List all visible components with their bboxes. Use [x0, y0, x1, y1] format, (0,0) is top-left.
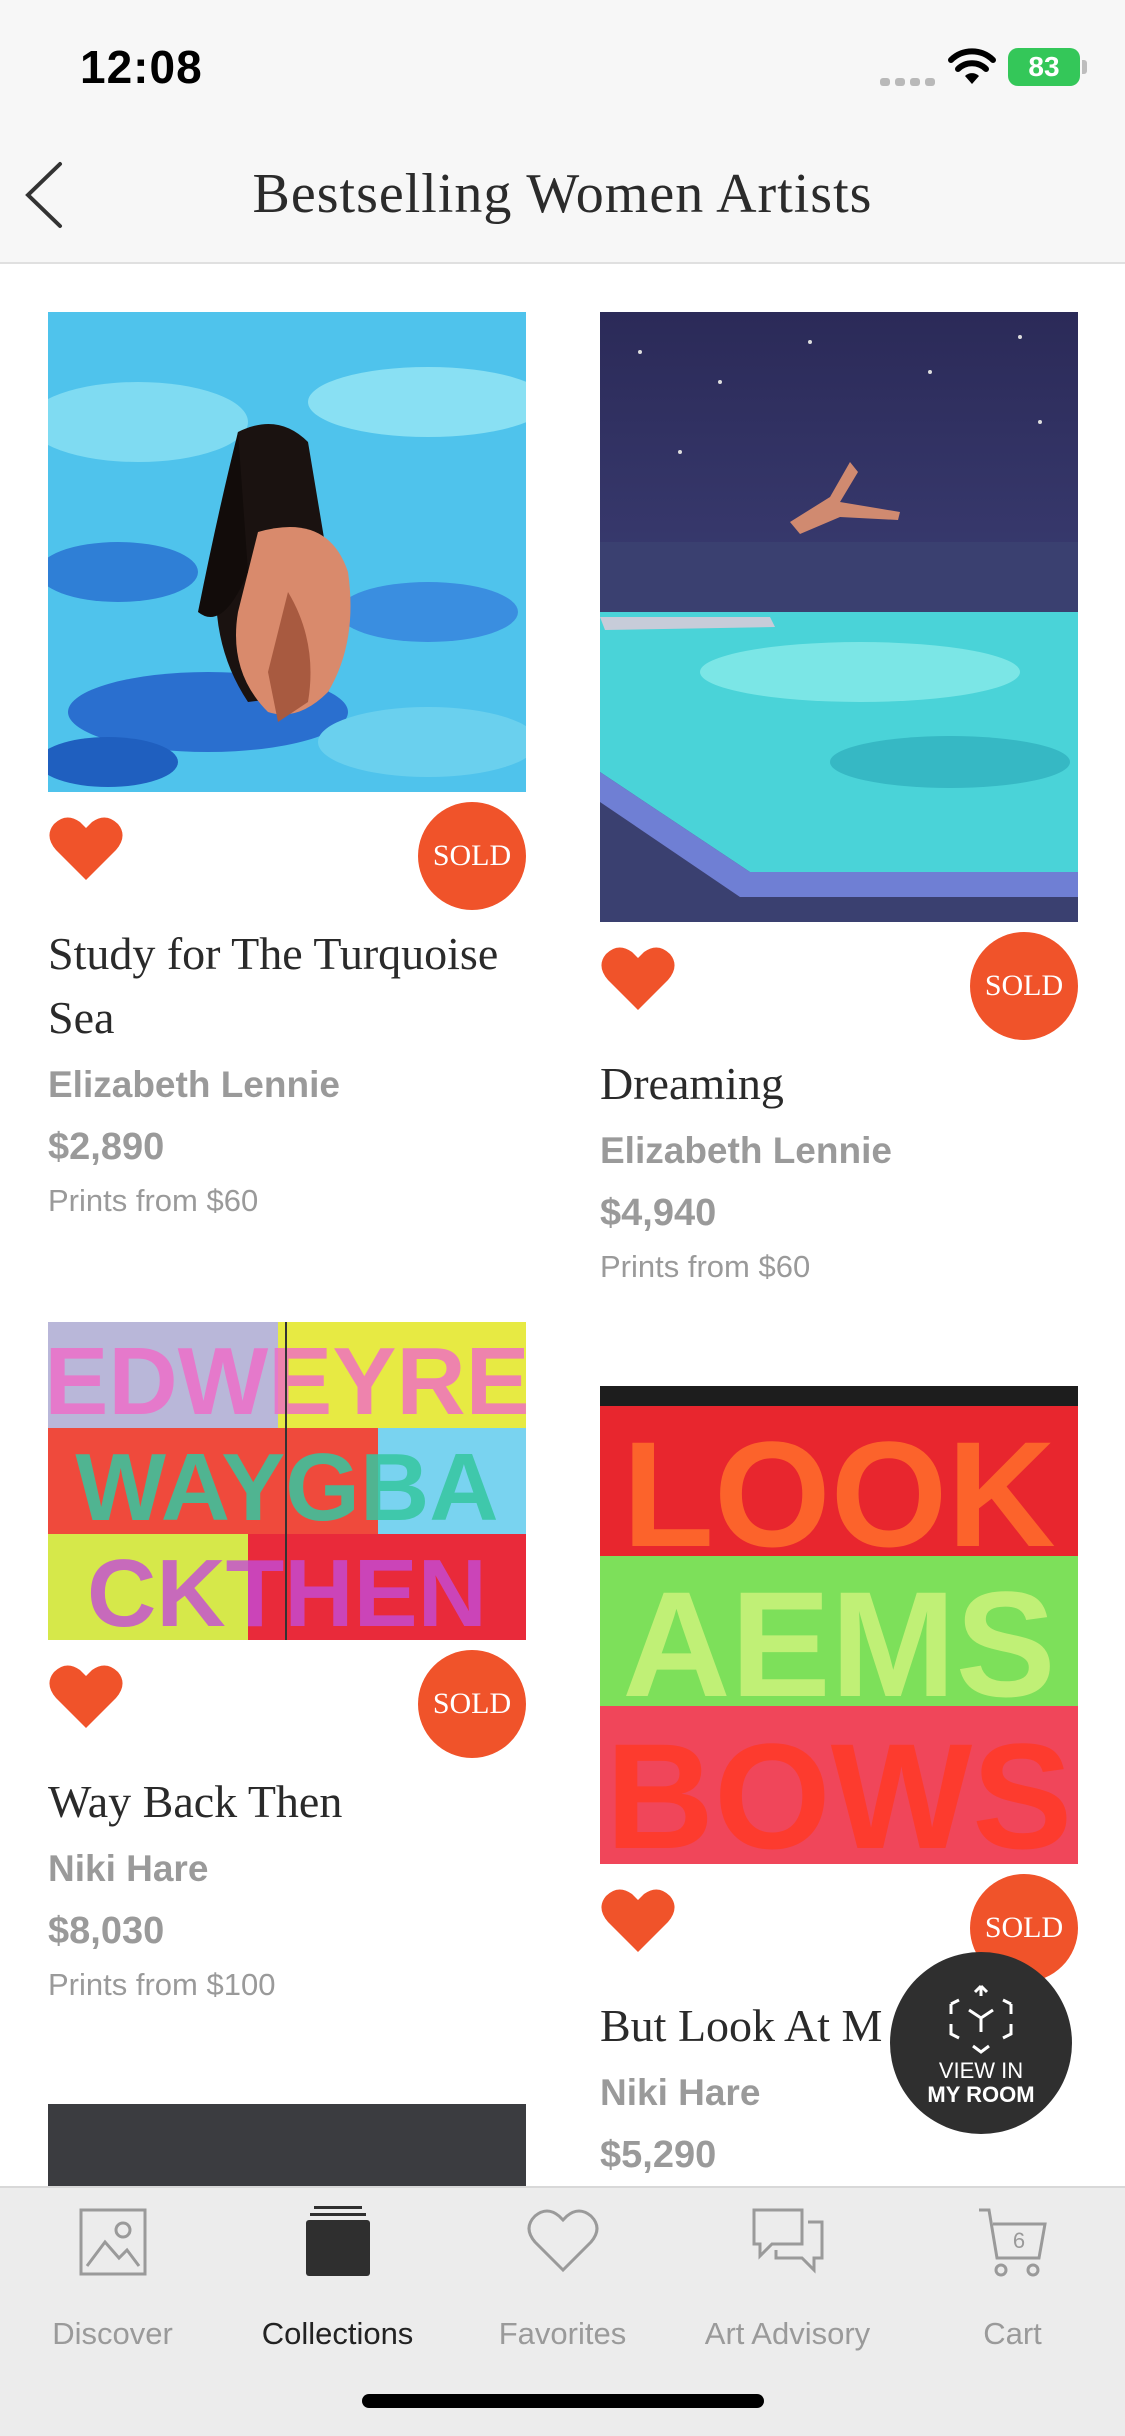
home-indicator[interactable] — [362, 2394, 764, 2408]
tab-favorites[interactable]: Favorites — [450, 2204, 675, 2364]
artwork-image-dreaming[interactable] — [600, 312, 1078, 922]
artwork-image-way-back-then[interactable]: EDWEYRE WAYGBA CKTHEN — [48, 1322, 526, 1640]
cellular-signal-icon — [880, 66, 936, 86]
tab-cart[interactable]: 6 Cart — [900, 2204, 1125, 2364]
battery-level: 83 — [1028, 51, 1060, 82]
heart-icon — [527, 2209, 598, 2273]
page-title: Bestselling Women Artists — [252, 163, 873, 225]
tab-label: Favorites — [498, 2316, 627, 2351]
tab-discover[interactable]: Discover — [0, 2204, 225, 2364]
view-in-label: VIEW IN — [938, 2058, 1024, 2083]
artwork-card[interactable]: EDWEYRE WAYGBA CKTHEN SOLD Way Back Then… — [48, 1322, 526, 2003]
my-room-label: MY ROOM — [927, 2082, 1035, 2107]
tab-art-advisory[interactable]: Art Advisory — [675, 2204, 900, 2364]
favorite-heart-icon[interactable] — [48, 814, 124, 882]
prints-price: Prints from $60 — [600, 1249, 811, 1284]
cart-count: 6 — [1012, 2228, 1024, 2253]
wifi-icon — [948, 48, 996, 84]
chat-icon — [752, 2208, 823, 2274]
artist-name[interactable]: Elizabeth Lennie — [600, 1130, 1078, 1172]
artwork-card[interactable]: SOLD Dreaming Elizabeth Lennie $4,940 Pr… — [600, 312, 1078, 1285]
artwork-price: $5,290 — [600, 2134, 717, 2176]
sold-badge: SOLD — [418, 802, 526, 910]
artwork-title[interactable]: Way Back Then — [48, 1770, 526, 1834]
artwork-lettering: LOOK — [622, 1410, 1055, 1578]
artwork-grid[interactable]: SOLD Study for The Turquoise Sea Elizabe… — [0, 264, 1125, 2186]
artwork-title[interactable]: Study for The Turquoise Sea — [48, 922, 526, 1050]
artwork-image-study-turquoise-sea[interactable] — [48, 312, 526, 792]
artwork-card[interactable]: SOLD Study for The Turquoise Sea Elizabe… — [48, 312, 526, 1219]
prints-price: Prints from $100 — [48, 1967, 276, 2002]
artwork-lettering: BOWS — [606, 1712, 1073, 1864]
nav-header: Bestselling Women Artists — [0, 130, 1125, 264]
photo-icon — [79, 2208, 146, 2276]
cart-icon: 6 — [978, 2208, 1047, 2277]
artwork-image-but-look-at-me[interactable]: LOOK AEMS BOWS — [600, 1386, 1078, 1864]
artwork-title[interactable]: Dreaming — [600, 1052, 1078, 1116]
favorite-heart-icon[interactable] — [600, 1886, 676, 1954]
artwork-price: $4,940 — [600, 1192, 717, 1234]
prints-price: Prints from $60 — [48, 1183, 259, 1218]
status-time: 12:08 — [80, 41, 203, 93]
tab-collections[interactable]: Collections — [225, 2204, 450, 2364]
status-bar: 12:08 83 — [0, 0, 1125, 130]
view-in-my-room-button[interactable]: VIEW IN MY ROOM — [890, 1952, 1072, 2134]
artwork-image-partial[interactable] — [48, 2104, 526, 2186]
ar-cube-icon — [949, 1984, 1013, 2054]
battery-cap — [1082, 60, 1087, 74]
collections-icon — [305, 2206, 370, 2276]
artwork-price: $8,030 — [48, 1910, 165, 1952]
artwork-lettering: AEMS — [622, 1560, 1055, 1728]
tab-label: Cart — [983, 2316, 1042, 2351]
artwork-card[interactable] — [48, 2104, 526, 2186]
artist-name[interactable]: Niki Hare — [48, 1848, 526, 1890]
battery-icon: 83 — [1008, 48, 1080, 86]
sold-badge: SOLD — [970, 932, 1078, 1040]
tab-label: Art Advisory — [704, 2316, 871, 2351]
sold-badge: SOLD — [418, 1650, 526, 1758]
tab-label: Collections — [261, 2316, 414, 2351]
favorite-heart-icon[interactable] — [600, 944, 676, 1012]
artist-name[interactable]: Elizabeth Lennie — [48, 1064, 526, 1106]
artwork-price: $2,890 — [48, 1126, 165, 1168]
tab-label: Discover — [52, 2316, 173, 2351]
favorite-heart-icon[interactable] — [48, 1662, 124, 1730]
